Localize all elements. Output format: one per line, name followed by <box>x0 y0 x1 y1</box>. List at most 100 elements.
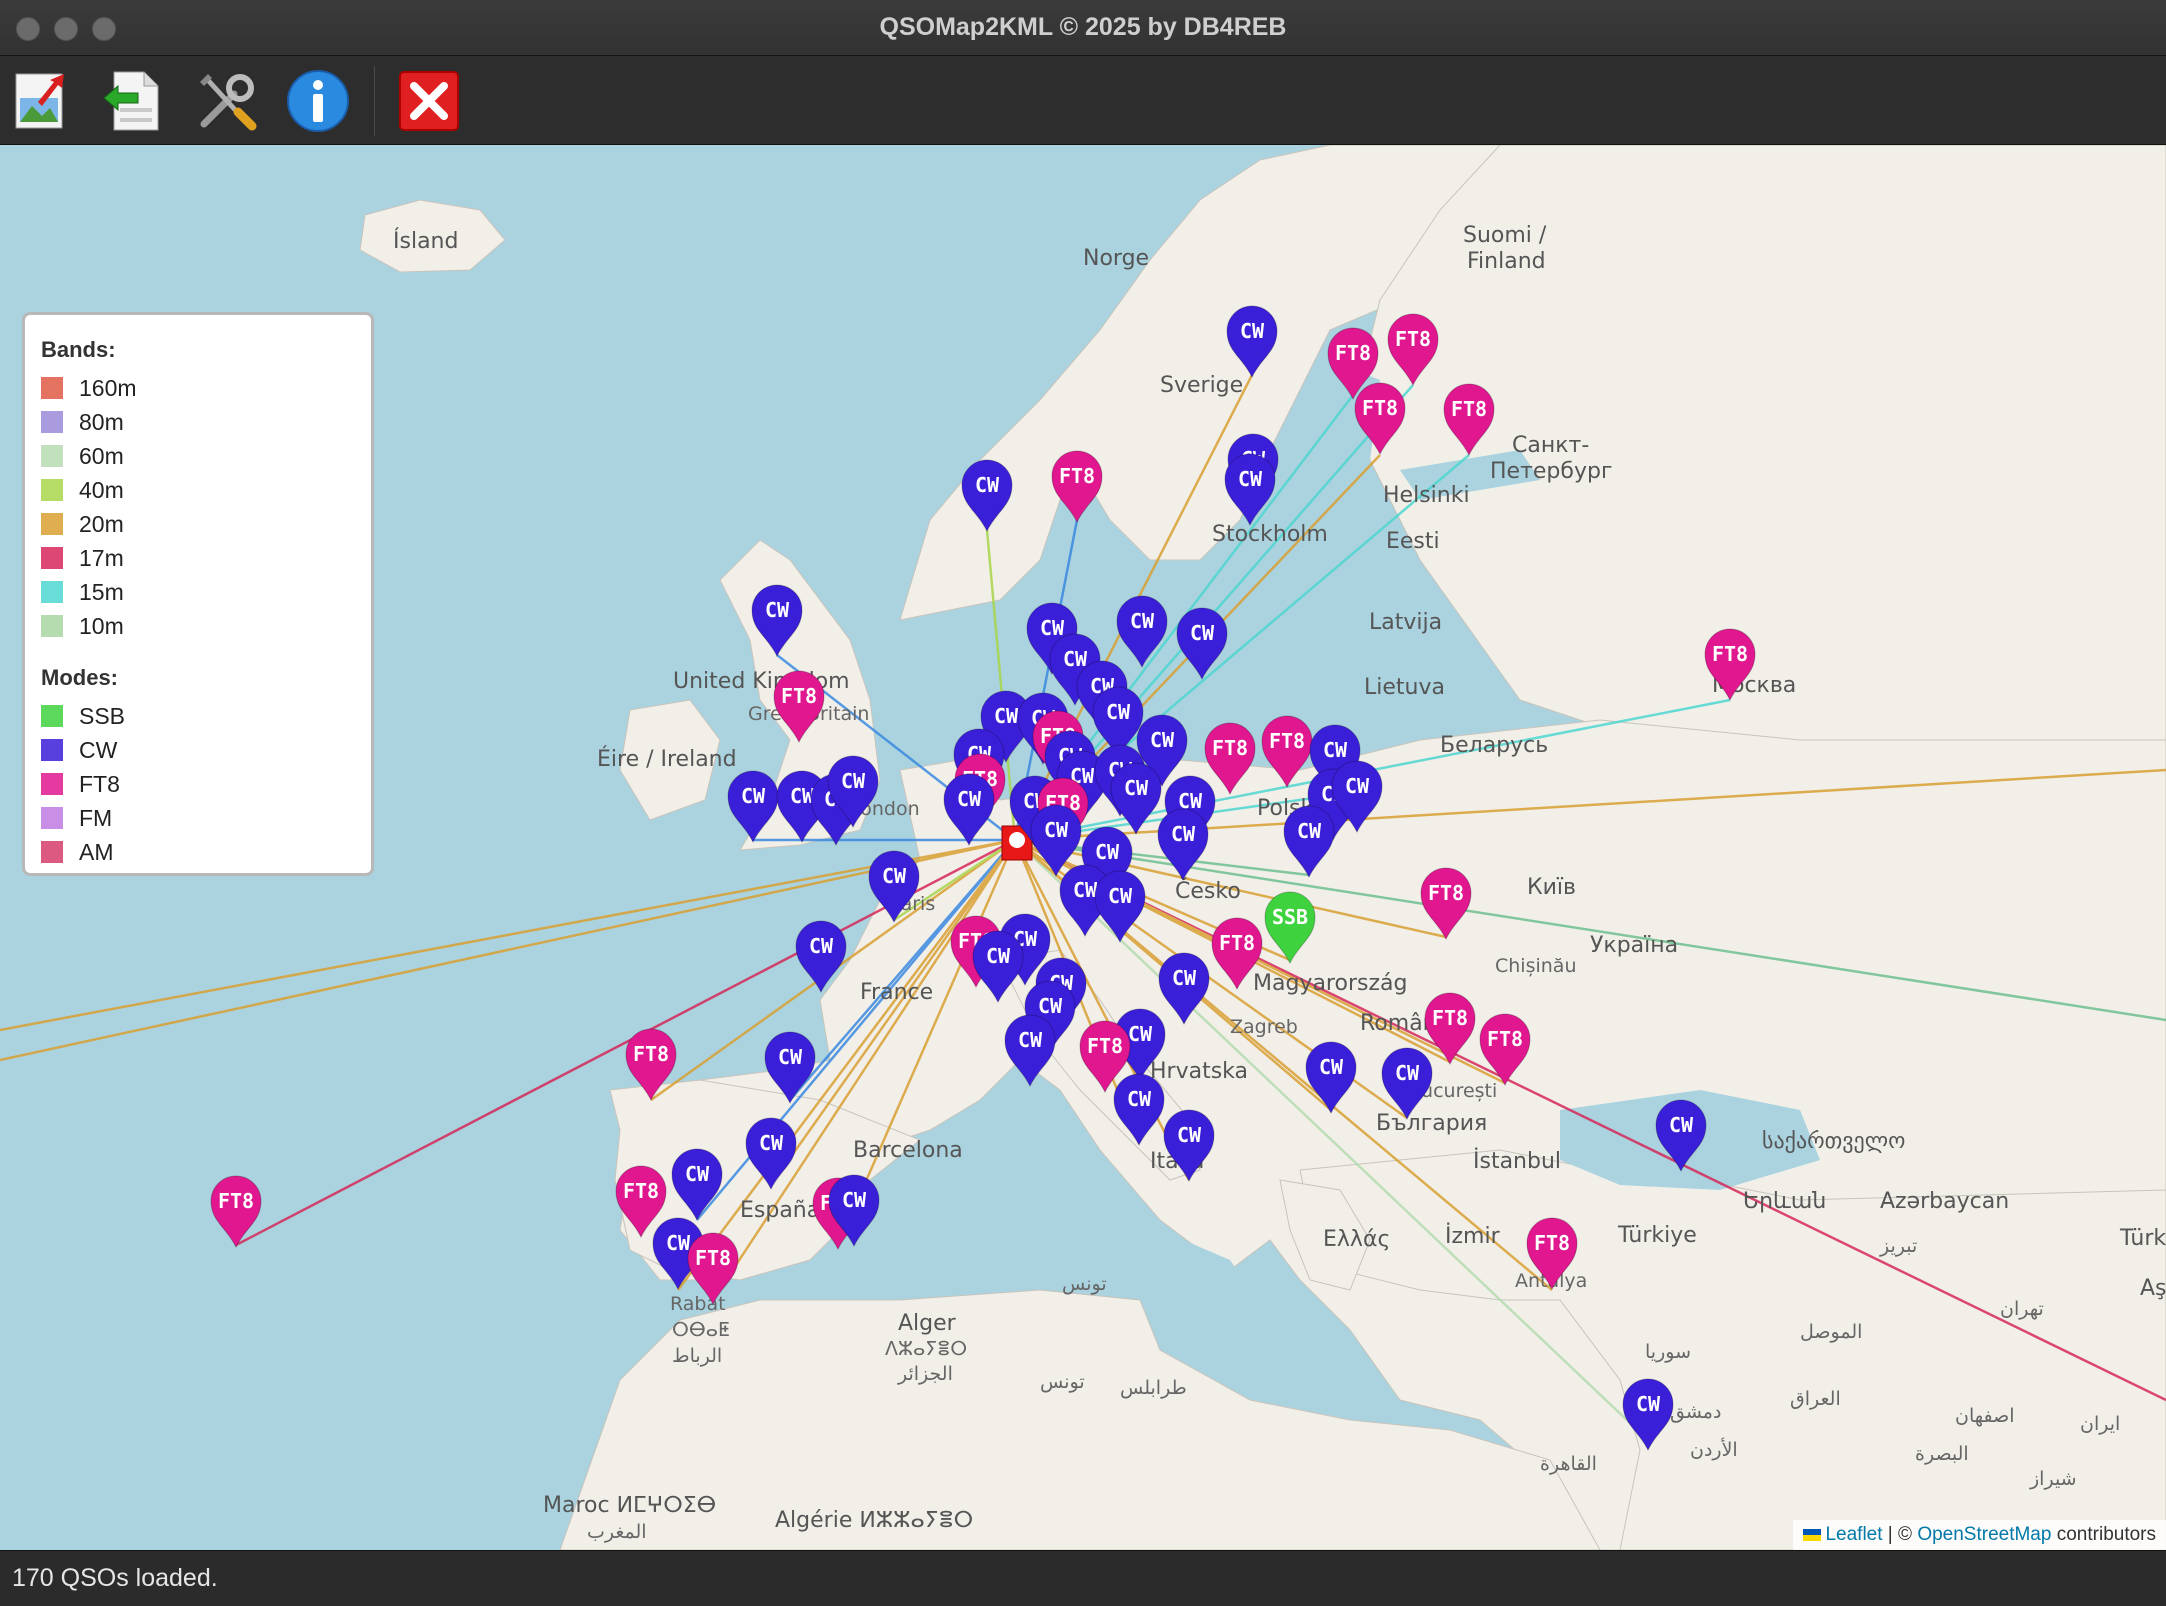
mode-swatch <box>41 739 63 761</box>
map-attribution: Leaflet | © OpenStreetMap contributors <box>1793 1520 2166 1550</box>
mode-am: AM <box>41 835 355 869</box>
mode-label: AM <box>79 838 114 865</box>
band-10m: 10m <box>41 609 355 643</box>
band-swatch <box>41 479 63 501</box>
import-log-button[interactable] <box>98 68 164 134</box>
mode-ft8: FT8 <box>41 767 355 801</box>
band-label: 40m <box>79 476 124 503</box>
marker-mode-label: CW <box>765 598 790 622</box>
marker-mode-label: FT8 <box>1712 642 1748 666</box>
svg-text:Latvija: Latvija <box>1369 610 1442 635</box>
osm-link[interactable]: OpenStreetMap <box>1917 1524 2051 1545</box>
qso-marker-cw[interactable]: CW <box>1176 607 1228 681</box>
svg-text:Maroc ⵍⵎⵖⵔⵉⴱ: Maroc ⵍⵎⵖⵔⵉⴱ <box>543 1493 716 1518</box>
band-label: 80m <box>79 408 124 435</box>
band-label: 15m <box>79 578 124 605</box>
marker-mode-label: CW <box>666 1231 691 1255</box>
svg-text:Türkiye: Türkiye <box>1617 1223 1697 1248</box>
svg-text:Chișinău: Chișinău <box>1495 955 1577 977</box>
export-kml-button[interactable] <box>10 68 76 134</box>
status-bar: 170 QSOs loaded. <box>0 1550 2166 1606</box>
svg-text:Eesti: Eesti <box>1386 529 1440 554</box>
marker-mode-label: FT8 <box>1395 327 1431 351</box>
svg-text:Türk: Türk <box>2119 1226 2166 1251</box>
svg-text:Norge: Norge <box>1083 246 1149 271</box>
marker-mode-label: CW <box>1108 884 1133 908</box>
marker-mode-label: CW <box>975 473 1000 497</box>
toolbar-separator <box>374 66 375 136</box>
svg-text:Suomi /: Suomi / <box>1463 223 1547 248</box>
svg-text:Stockholm: Stockholm <box>1212 522 1328 547</box>
svg-text:Finland: Finland <box>1467 249 1546 274</box>
band-label: 60m <box>79 442 124 469</box>
bands-list: 160m 80m 60m 40m 20m 17m 15m 10m <box>41 371 355 643</box>
svg-text:France: France <box>860 980 933 1005</box>
svg-text:Київ: Київ <box>1527 875 1576 900</box>
marker-mode-label: CW <box>1095 840 1120 864</box>
marker-mode-label: CW <box>1106 700 1131 724</box>
mode-swatch <box>41 807 63 829</box>
svg-text:Երևան: Երևան <box>1743 1189 1826 1214</box>
svg-text:طرابلس: طرابلس <box>1120 1377 1187 1399</box>
svg-text:الجزائر: الجزائر <box>897 1363 953 1385</box>
band-20m: 20m <box>41 507 355 541</box>
quit-button[interactable] <box>396 68 462 134</box>
title-bar: QSOMap2KML © 2025 by DB4REB <box>0 0 2166 56</box>
band-17m: 17m <box>41 541 355 575</box>
svg-text:Česko: Česko <box>1175 878 1241 904</box>
band-swatch <box>41 547 63 569</box>
marker-mode-label: FT8 <box>623 1179 659 1203</box>
marker-mode-label: CW <box>1128 1022 1153 1046</box>
qso-marker-ft8[interactable]: FT8 <box>1051 450 1103 524</box>
app-window: QSOMap2KML © 2025 by DB4REB Ísland Norge… <box>0 0 2166 1606</box>
marker-mode-label: FT8 <box>1059 464 1095 488</box>
band-label: 160m <box>79 374 137 401</box>
info-button[interactable] <box>285 68 351 134</box>
mode-cw: CW <box>41 733 355 767</box>
settings-button[interactable] <box>194 68 260 134</box>
marker-mode-label: CW <box>1127 1087 1152 1111</box>
band-swatch <box>41 581 63 603</box>
svg-text:Україна: Україна <box>1590 933 1678 958</box>
svg-text:България: България <box>1376 1111 1487 1136</box>
marker-mode-label: CW <box>1172 966 1197 990</box>
svg-text:İstanbul: İstanbul <box>1473 1148 1561 1174</box>
marker-mode-label: FT8 <box>1087 1034 1123 1058</box>
svg-text:دمشق: دمشق <box>1670 1401 1721 1423</box>
marker-mode-label: FT8 <box>1335 341 1371 365</box>
marker-mode-label: CW <box>1124 776 1149 800</box>
mode-label: SSB <box>79 702 126 729</box>
svg-text:Sverige: Sverige <box>1160 373 1243 398</box>
marker-mode-label: CW <box>1130 609 1155 633</box>
marker-mode-label: CW <box>759 1131 784 1155</box>
marker-mode-label: CW <box>841 769 866 793</box>
svg-text:سوريا: سوريا <box>1645 1341 1691 1363</box>
qso-marker-cw[interactable]: CW <box>1116 595 1168 669</box>
map-view[interactable]: Ísland Norge Sverige Suomi / Finland Сан… <box>0 145 2166 1550</box>
svg-text:Санкт-: Санкт- <box>1512 433 1589 458</box>
marker-mode-label: CW <box>1669 1113 1694 1137</box>
svg-text:الرباط: الرباط <box>672 1345 722 1367</box>
marker-mode-label: CW <box>1238 467 1263 491</box>
svg-text:الموصل: الموصل <box>1800 1321 1862 1343</box>
window-title: QSOMap2KML © 2025 by DB4REB <box>879 13 1287 41</box>
svg-text:تهران: تهران <box>2000 1298 2044 1320</box>
band-swatch <box>41 445 63 467</box>
marker-mode-label: FT8 <box>1534 1231 1570 1255</box>
marker-mode-label: FT8 <box>1269 729 1305 753</box>
svg-text:تبريز: تبريز <box>1879 1235 1917 1257</box>
marker-mode-label: CW <box>1150 728 1175 752</box>
svg-text:البصرة: البصرة <box>1915 1443 1969 1465</box>
band-swatch <box>41 513 63 535</box>
leaflet-link[interactable]: Leaflet <box>1825 1524 1882 1545</box>
svg-text:Magyarország: Magyarország <box>1253 971 1407 996</box>
marker-mode-label: FT8 <box>695 1246 731 1270</box>
marker-mode-label: CW <box>741 784 766 808</box>
svg-text:Беларусь: Беларусь <box>1440 733 1548 758</box>
marker-mode-label: CW <box>986 944 1011 968</box>
svg-text:Lietuva: Lietuva <box>1364 675 1445 700</box>
svg-text:القاهرة: القاهرة <box>1540 1453 1597 1475</box>
marker-mode-label: CW <box>1063 647 1088 671</box>
svg-text:المغرب: المغرب <box>587 1521 647 1543</box>
bands-title: Bands: <box>41 337 116 362</box>
